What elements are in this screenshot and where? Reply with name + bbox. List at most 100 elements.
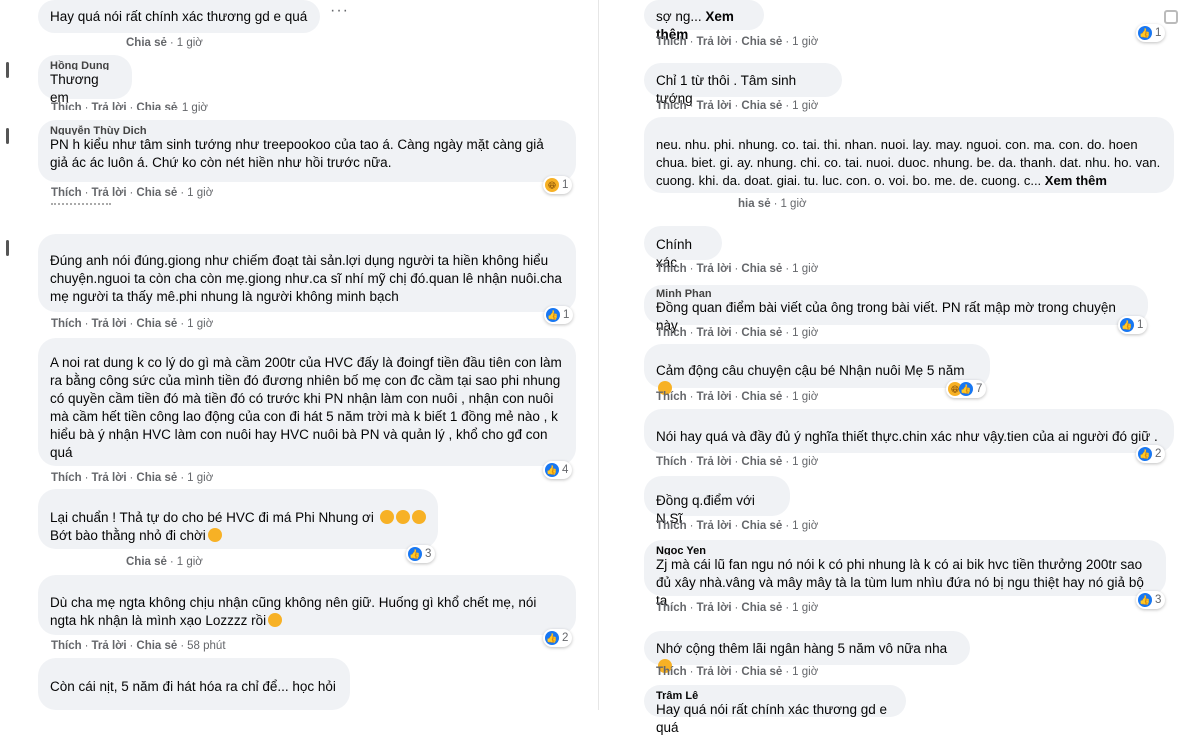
comment-time[interactable]: 1 giờ	[177, 37, 203, 49]
comment-time[interactable]: 1 giờ	[187, 318, 213, 330]
reaction-number: 7	[976, 383, 983, 395]
comment-time[interactable]: 1 giờ	[792, 456, 818, 468]
comment-time[interactable]: 1 giờ	[792, 36, 818, 48]
avatar[interactable]	[6, 62, 9, 78]
comment-time[interactable]: 1 giờ	[780, 198, 806, 210]
comment-time[interactable]: 1 giờ	[792, 391, 818, 403]
comment-bubble: Nhớ cộng thêm lãi ngân hàng 5 năm vô nữa…	[644, 631, 970, 673]
comment-text: PN h kiểu như tâm sinh tướng như treepoo…	[50, 137, 548, 170]
share-link[interactable]: Chia sẻ	[136, 187, 177, 199]
avatar[interactable]	[6, 128, 9, 144]
reply-link[interactable]: Trả lời	[697, 100, 732, 112]
commenter-name[interactable]: Hồng Dung	[50, 60, 120, 70]
comment-text: Nhớ cộng thêm lãi ngân hàng 5 năm vô nữa…	[656, 641, 948, 656]
commenter-name[interactable]: Trâm Lê	[656, 690, 894, 700]
comment-text: A noi rat dung k co lý do gì mà cầm 200t…	[50, 355, 566, 460]
reply-link[interactable]: Trả lời	[697, 391, 732, 403]
comment-actions: Chia sẻ · 1 giờ	[126, 556, 203, 568]
like-link[interactable]: Thích	[656, 456, 687, 468]
avatar[interactable]	[6, 240, 9, 256]
share-link[interactable]: Chia sẻ	[126, 37, 167, 49]
comment-time[interactable]: 1 giờ	[792, 327, 818, 339]
share-link[interactable]: Chia sẻ	[741, 666, 782, 678]
comment-time[interactable]: 1 giờ	[792, 100, 818, 112]
share-link[interactable]: Chia sẻ	[741, 327, 782, 339]
reply-link[interactable]: Trả lời	[92, 472, 127, 484]
share-link[interactable]: Chia sẻ	[126, 556, 167, 568]
share-link[interactable]: Chia sẻ	[741, 100, 782, 112]
reply-link[interactable]: Trả lời	[92, 102, 127, 110]
share-link[interactable]: hia sẻ	[738, 198, 771, 210]
like-link[interactable]: Thích	[51, 187, 82, 199]
haha-reaction-icon: 😆	[545, 178, 559, 192]
comment-time[interactable]: 58 phút	[187, 640, 225, 652]
comment-time[interactable]: 1 giờ	[792, 520, 818, 532]
comment-actions: hia sẻ · 1 giờ	[738, 198, 807, 210]
edit-icon[interactable]	[1164, 10, 1178, 24]
comment-time[interactable]: 1 giờ	[792, 263, 818, 275]
share-link[interactable]: Chia sẻ	[136, 640, 177, 652]
comment-time[interactable]: 1 giờ	[792, 602, 818, 614]
reply-link[interactable]: Trả lời	[92, 187, 127, 199]
share-link[interactable]: Chia sẻ	[741, 602, 782, 614]
reaction-count[interactable]: 👍 2	[543, 629, 573, 647]
share-link[interactable]: Chia sẻ	[741, 391, 782, 403]
reaction-count[interactable]: 👍 3	[1136, 591, 1166, 609]
like-link[interactable]: Thích	[656, 100, 687, 112]
share-link[interactable]: Chia sẻ	[741, 520, 782, 532]
reaction-count[interactable]: 👍 1	[1136, 24, 1166, 42]
reaction-count[interactable]: 👍 3	[406, 545, 436, 563]
comment-actions: Thích · Trả lời · Chia sẻ · 1 giờ	[656, 391, 819, 403]
reply-link[interactable]: Trả lời	[697, 666, 732, 678]
reply-link[interactable]: Trả lời	[697, 327, 732, 339]
reply-link[interactable]: Trả lời	[697, 456, 732, 468]
reply-link[interactable]: Trả lời	[697, 36, 732, 48]
comment-bubble: Lại chuẩn ! Thả tự do cho bé HVC đi má P…	[38, 489, 438, 549]
see-more-link[interactable]: Xem thêm	[1045, 173, 1107, 188]
comment-time[interactable]: 1 giờ	[792, 666, 818, 678]
share-link[interactable]: Chia sẻ	[136, 472, 177, 484]
like-reaction-icon: 👍	[545, 463, 559, 477]
comment-bubble: A noi rat dung k co lý do gì mà cầm 200t…	[38, 338, 576, 466]
laughing-emoji-icon	[207, 528, 222, 542]
laughing-emoji-icon	[379, 510, 394, 524]
reply-link[interactable]: Trả lời	[697, 263, 732, 275]
comment-actions: Thích · Trả lời · Chia sẻ · 1 giờ	[656, 263, 819, 275]
comment-time-text[interactable]: 1 giờ	[182, 102, 208, 114]
commenter-name[interactable]: Nguyễn Thùy Dịch	[50, 125, 564, 135]
reply-link[interactable]: Trả lời	[697, 520, 732, 532]
like-link[interactable]: Thích	[656, 391, 687, 403]
more-options-icon[interactable]: ···	[330, 2, 349, 20]
reply-link[interactable]: Trả lời	[92, 318, 127, 330]
sweat-smile-emoji-icon	[268, 613, 283, 627]
like-link[interactable]: Thích	[656, 520, 687, 532]
like-link[interactable]: Thích	[51, 102, 82, 110]
like-link[interactable]: Thích	[656, 666, 687, 678]
comment-time[interactable]: 1 giờ	[187, 187, 213, 199]
comment-bubble: Nói hay quá và đầy đủ ý nghĩa thiết thực…	[644, 409, 1174, 453]
comment-time[interactable]: 1 giờ	[187, 472, 213, 484]
like-link[interactable]: Thích	[656, 327, 687, 339]
reaction-count[interactable]: 👍 1	[1118, 316, 1148, 334]
reply-link[interactable]: Trả lời	[92, 640, 127, 652]
share-link[interactable]: Chia sẻ	[136, 318, 177, 330]
like-link[interactable]: Thích	[656, 602, 687, 614]
share-link[interactable]: Chia sẻ	[741, 263, 782, 275]
share-link[interactable]: Chia sẻ	[741, 36, 782, 48]
like-link[interactable]: Thích	[656, 36, 687, 48]
commenter-name[interactable]: Ngọc Yen	[656, 545, 1154, 555]
commenter-name[interactable]: Minh Phan	[656, 288, 1136, 298]
reaction-count[interactable]: 😆 👍 7	[946, 380, 987, 398]
like-link[interactable]: Thích	[51, 318, 82, 330]
reaction-count[interactable]: 👍 2	[1136, 445, 1166, 463]
like-link[interactable]: Thích	[51, 640, 82, 652]
reaction-count[interactable]: 😆 1	[543, 176, 573, 194]
comment-time[interactable]: 1 giờ	[177, 556, 203, 568]
reaction-count[interactable]: 👍 1	[544, 306, 574, 324]
like-link[interactable]: Thích	[51, 472, 82, 484]
share-link[interactable]: Chia sẻ	[741, 456, 782, 468]
reply-link[interactable]: Trả lời	[697, 602, 732, 614]
like-link[interactable]: Thích	[656, 263, 687, 275]
reaction-count[interactable]: 👍 4	[543, 461, 573, 479]
comment-text: Dù cha mẹ ngta không chịu nhận cũng khôn…	[50, 595, 541, 628]
